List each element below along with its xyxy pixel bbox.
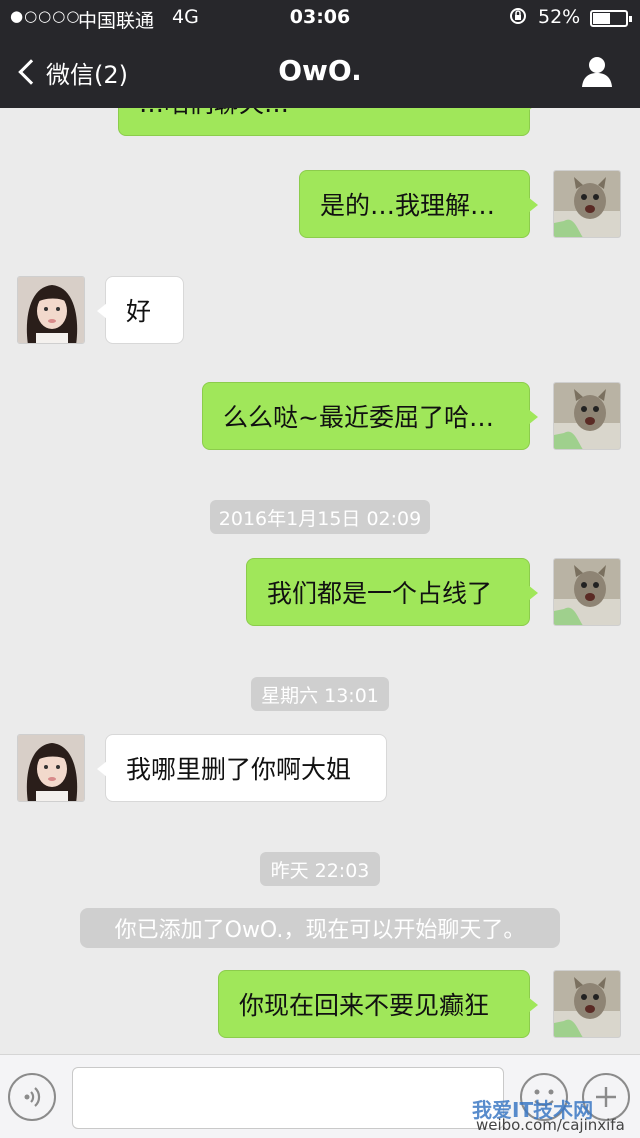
- message-text: 你现在回来不要见癫狂: [239, 991, 490, 1020]
- message-text: 么么哒~最近委屈了哈…: [223, 403, 494, 432]
- my-avatar[interactable]: [553, 558, 621, 626]
- person-icon: [582, 57, 612, 87]
- message-text: 好: [126, 297, 152, 326]
- voice-button[interactable]: [8, 1073, 56, 1121]
- my-avatar[interactable]: [553, 970, 621, 1038]
- message-input[interactable]: [72, 1067, 504, 1129]
- contact-avatar[interactable]: [17, 734, 85, 802]
- message-bubble-sent[interactable]: 么么哒~最近委屈了哈…: [202, 382, 538, 450]
- system-notice: 你已添加了OwO.，现在可以开始聊天了。: [80, 908, 560, 948]
- profile-button[interactable]: [580, 54, 614, 88]
- message-bubble-received[interactable]: 好: [97, 276, 184, 344]
- battery-icon: [590, 10, 632, 27]
- message-bubble-sent[interactable]: 我们都是一个占线了: [246, 558, 538, 626]
- message-text: 是的…我理解…: [320, 191, 496, 220]
- message-bubble-sent[interactable]: …咱们聊天…: [118, 108, 538, 136]
- chat-area[interactable]: …咱们聊天… 是的…我理解… 好 么么哒~最近委屈了哈… 2016年1月15日 …: [0, 108, 640, 1054]
- nav-bar: 微信(2) OwO.: [0, 40, 640, 104]
- status-bar: ●○○○○ 中国联通 4G 03:06 52%: [0, 0, 640, 36]
- message-bubble-sent[interactable]: 你现在回来不要见癫狂: [218, 970, 538, 1038]
- plus-icon: [596, 1087, 616, 1107]
- message-text: 我哪里删了你啊大姐: [126, 755, 352, 784]
- timestamp: 2016年1月15日 02:09: [210, 500, 430, 534]
- page-title: OwO.: [278, 54, 362, 87]
- contact-avatar[interactable]: [17, 276, 85, 344]
- message-bubble-sent[interactable]: 是的…我理解…: [299, 170, 538, 238]
- watermark-url: weibo.com/cajinxifa: [476, 1116, 625, 1134]
- battery-percent: 52%: [538, 6, 581, 28]
- rotation-lock-icon: [508, 6, 528, 31]
- timestamp: 昨天 22:03: [260, 852, 380, 886]
- voice-icon: [24, 1087, 41, 1107]
- message-text: …咱们聊天…: [139, 108, 289, 120]
- timestamp: 星期六 13:01: [251, 677, 389, 711]
- my-avatar[interactable]: [553, 170, 621, 238]
- header: ●○○○○ 中国联通 4G 03:06 52% 微信(2) OwO.: [0, 0, 640, 108]
- message-bubble-received[interactable]: 我哪里删了你啊大姐: [97, 734, 387, 802]
- message-text: 我们都是一个占线了: [267, 579, 493, 608]
- my-avatar[interactable]: [553, 382, 621, 450]
